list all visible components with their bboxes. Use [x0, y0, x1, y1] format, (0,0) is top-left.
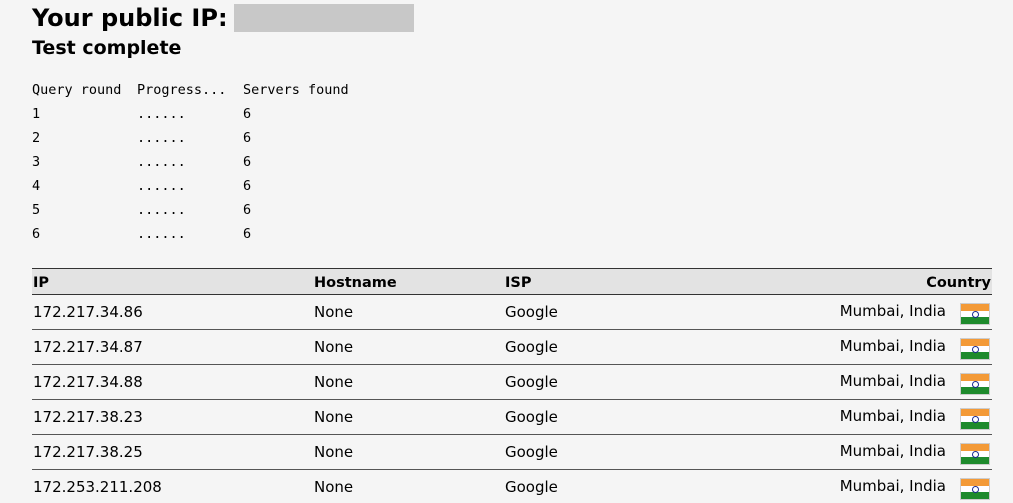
hostname-cell: None — [314, 478, 354, 496]
servers-found: 6 — [243, 154, 252, 170]
results-table: IP Hostname ISP Country 172.217.34.86 No… — [32, 268, 992, 503]
public-ip-heading: Your public IP: — [32, 3, 414, 33]
country-name: Mumbai, India — [839, 337, 946, 355]
ip-column-header: IP — [33, 275, 50, 291]
query-round: 3 — [32, 154, 41, 170]
table-row: 172.217.34.87 None Google Mumbai, India — [32, 330, 992, 365]
ip-cell: 172.217.34.87 — [33, 338, 143, 356]
query-round: 6 — [32, 226, 41, 242]
country-cell: Mumbai, India — [705, 371, 992, 395]
india-flag-icon — [960, 478, 990, 500]
query-log-row: 5 ...... 6 — [32, 198, 349, 222]
hostname-cell: None — [314, 338, 354, 356]
country-cell: Mumbai, India — [705, 441, 992, 465]
country-cell: Mumbai, India — [705, 476, 992, 500]
india-flag-icon — [960, 373, 990, 395]
country-name: Mumbai, India — [839, 407, 946, 425]
ip-cell: 172.217.34.88 — [33, 373, 143, 391]
hostname-cell: None — [314, 408, 354, 426]
table-row: 172.217.34.86 None Google Mumbai, India — [32, 295, 992, 330]
isp-cell: Google — [505, 408, 558, 426]
query-log-row: 4 ...... 6 — [32, 174, 349, 198]
country-cell: Mumbai, India — [705, 301, 992, 325]
country-name: Mumbai, India — [839, 372, 946, 390]
table-row: 172.217.38.25 None Google Mumbai, India — [32, 435, 992, 470]
query-log: Query round Progress... Servers found 1 … — [32, 78, 349, 246]
india-flag-icon — [960, 303, 990, 325]
progress-header: Progress... — [137, 82, 227, 98]
query-round: 1 — [32, 106, 41, 122]
servers-found: 6 — [243, 202, 252, 218]
country-cell: Mumbai, India — [705, 406, 992, 430]
public-ip-label: Your public IP: — [32, 4, 228, 32]
india-flag-icon — [960, 443, 990, 465]
ip-cell: 172.217.38.23 — [33, 408, 143, 426]
query-progress: ...... — [137, 154, 186, 170]
query-progress: ...... — [137, 106, 186, 122]
hostname-cell: None — [314, 303, 354, 321]
servers-found: 6 — [243, 226, 252, 242]
query-log-header: Query round Progress... Servers found — [32, 78, 349, 102]
table-row: 172.217.34.88 None Google Mumbai, India — [32, 365, 992, 400]
ip-cell: 172.253.211.208 — [33, 478, 162, 496]
query-round: 2 — [32, 130, 41, 146]
isp-cell: Google — [505, 443, 558, 461]
table-row: 172.217.38.23 None Google Mumbai, India — [32, 400, 992, 435]
query-round: 4 — [32, 178, 41, 194]
query-log-row: 1 ...... 6 — [32, 102, 349, 126]
country-name: Mumbai, India — [839, 477, 946, 495]
servers-found: 6 — [243, 106, 252, 122]
ip-cell: 172.217.34.86 — [33, 303, 143, 321]
servers-found-header: Servers found — [243, 82, 349, 98]
hostname-column-header: Hostname — [314, 275, 397, 291]
redacted-ip-value — [233, 4, 414, 32]
query-round: 5 — [32, 202, 41, 218]
query-progress: ...... — [137, 178, 186, 194]
query-log-row: 3 ...... 6 — [32, 150, 349, 174]
test-status: Test complete — [32, 37, 182, 59]
india-flag-icon — [960, 408, 990, 430]
india-flag-icon — [960, 338, 990, 360]
query-log-row: 6 ...... 6 — [32, 222, 349, 246]
country-column-header: Country — [926, 275, 991, 291]
query-progress: ...... — [137, 226, 186, 242]
country-name: Mumbai, India — [839, 442, 946, 460]
query-round-header: Query round — [32, 82, 122, 98]
isp-cell: Google — [505, 373, 558, 391]
hostname-cell: None — [314, 443, 354, 461]
query-progress: ...... — [137, 202, 186, 218]
isp-cell: Google — [505, 338, 558, 356]
isp-cell: Google — [505, 478, 558, 496]
table-row: 172.253.211.208 None Google Mumbai, Indi… — [32, 470, 992, 503]
isp-column-header: ISP — [505, 275, 532, 291]
query-progress: ...... — [137, 130, 186, 146]
servers-found: 6 — [243, 130, 252, 146]
servers-found: 6 — [243, 178, 252, 194]
country-name: Mumbai, India — [839, 302, 946, 320]
country-cell: Mumbai, India — [705, 336, 992, 360]
query-log-row: 2 ...... 6 — [32, 126, 349, 150]
isp-cell: Google — [505, 303, 558, 321]
ip-cell: 172.217.38.25 — [33, 443, 143, 461]
results-table-header: IP Hostname ISP Country — [32, 269, 992, 295]
hostname-cell: None — [314, 373, 354, 391]
